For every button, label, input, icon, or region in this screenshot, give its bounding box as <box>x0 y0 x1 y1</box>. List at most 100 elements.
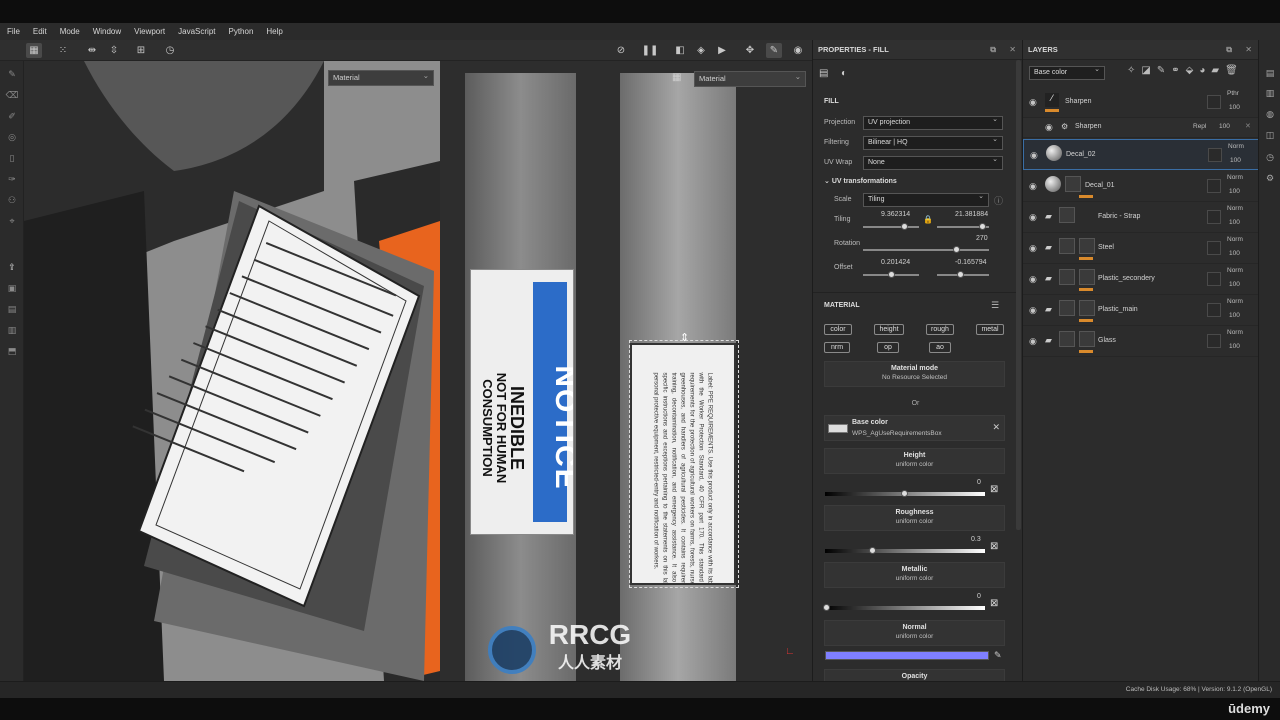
layer-mask-thumbnail[interactable] <box>1208 148 1222 162</box>
layer-row-decal-01[interactable]: ◉ Decal_01 Norm 100 <box>1023 171 1259 202</box>
offset-y-knob[interactable] <box>957 271 964 278</box>
effect-visibility-eye-icon[interactable]: ◉ <box>1045 122 1053 133</box>
split-view-icon[interactable]: ◧ <box>672 43 688 58</box>
close-layers-icon[interactable]: ✕ <box>1245 40 1252 60</box>
normal-color-swatch[interactable] <box>825 651 989 660</box>
normal-card[interactable]: Normal uniform color <box>824 620 1005 646</box>
material-picker-icon[interactable]: ⚇ <box>4 193 20 207</box>
camera-video-icon[interactable]: ▶ <box>714 43 730 58</box>
shelf-dock-icon[interactable]: ◍ <box>1263 107 1277 121</box>
add-icon[interactable]: ⊞ <box>133 43 149 58</box>
color-picker-icon[interactable]: ✎ <box>994 650 1002 661</box>
roughness-value[interactable]: 0.3 <box>971 536 981 543</box>
channel-ao-chip[interactable]: ao <box>929 342 951 353</box>
texture-set-list-icon[interactable]: ▤ <box>1263 66 1277 80</box>
effects-icon[interactable]: ✧ <box>1127 65 1141 76</box>
height-knob[interactable] <box>901 490 908 497</box>
mask-thumbnail[interactable] <box>1079 238 1095 254</box>
symmetry-icon[interactable]: ⇹ <box>84 43 100 58</box>
align-icon[interactable]: ⇳ <box>106 43 122 58</box>
viewport-2d-channel-select[interactable]: Material <box>694 70 806 87</box>
visibility-eye-icon[interactable]: ◉ <box>1029 274 1037 285</box>
layer-opacity[interactable]: 100 <box>1229 104 1240 111</box>
rotation-slider[interactable] <box>863 246 989 253</box>
texture-set-icon[interactable]: ▣ <box>4 281 20 295</box>
layer-row-plastic-main[interactable]: ◉ ▰ Plastic_main Norm 100 <box>1023 295 1259 326</box>
visibility-eye-icon[interactable]: ◉ <box>1029 243 1037 254</box>
paint-tool-icon[interactable]: ✎ <box>4 67 20 81</box>
geometry-fill-icon[interactable]: ◎ <box>4 130 20 144</box>
cube-icon[interactable]: ◈ <box>693 43 709 58</box>
layer-name[interactable]: Sharpen <box>1065 98 1091 105</box>
layer-opacity[interactable]: 100 <box>1229 250 1240 257</box>
smart-material-icon[interactable]: ◕ <box>1199 65 1211 76</box>
material-menu-icon[interactable]: ☰ <box>991 300 999 311</box>
metallic-card[interactable]: Metallic uniform color <box>824 562 1005 588</box>
channel-color-chip[interactable]: color <box>824 324 852 335</box>
grid-dots-icon[interactable]: ⁙ <box>55 43 71 58</box>
layer-row-sharpen-effect[interactable]: ◉ ⚙ Sharpen Repl 100 ✕ <box>1023 118 1259 138</box>
menu-edit[interactable]: Edit <box>33 27 47 36</box>
roughness-card[interactable]: Roughness uniform color <box>824 505 1005 531</box>
layer-channel-select[interactable]: Base color <box>1029 64 1105 80</box>
filtering-select[interactable]: Bilinear | HQ <box>863 134 1003 150</box>
tiling-x-slider[interactable] <box>863 223 919 230</box>
roughness-resource-icon[interactable]: ⊠ <box>990 541 998 552</box>
layer-mask-thumbnail[interactable] <box>1207 95 1221 109</box>
channel-rough-chip[interactable]: rough <box>926 324 954 335</box>
pause-icon[interactable]: ❚❚ <box>642 43 659 58</box>
viewport-3d[interactable]: Material <box>24 61 440 681</box>
layer-row-sharpen[interactable]: ◉ ⁄ Sharpen Pthr 100 <box>1023 87 1259 118</box>
history-icon[interactable]: ◷ <box>162 43 178 58</box>
tiling-y-value[interactable]: 21.381884 <box>955 211 988 218</box>
menu-file[interactable]: File <box>7 27 20 36</box>
add-paint-layer-icon[interactable]: ✎ <box>1157 65 1171 76</box>
roughness-slider[interactable] <box>825 547 985 554</box>
height-card[interactable]: Height uniform color <box>824 448 1005 474</box>
layer-blend-mode[interactable]: Norm <box>1227 329 1243 336</box>
visibility-eye-icon[interactable]: ◉ <box>1030 150 1038 161</box>
channel-height-chip[interactable]: height <box>874 324 904 335</box>
layer-blend-mode[interactable]: Pthr <box>1227 90 1239 97</box>
properties-scrollbar[interactable] <box>1016 60 1021 530</box>
mask-thumbnail[interactable] <box>1065 176 1081 192</box>
effect-blend-mode[interactable]: Repl <box>1193 123 1206 130</box>
viewport[interactable]: Material NOTICE INEDIBLE NOT FOR HUMAN C… <box>24 61 812 681</box>
layer-name[interactable]: Decal_01 <box>1085 182 1115 189</box>
assets-icon[interactable]: ⇪ <box>4 260 20 274</box>
offset-y-slider[interactable] <box>937 271 989 278</box>
layer-name[interactable]: Fabric - Strap <box>1098 213 1140 220</box>
float-layers-icon[interactable]: ⧉ <box>1226 40 1232 60</box>
lock-icon[interactable]: 🔒 <box>923 215 933 224</box>
layer-row-steel[interactable]: ◉ ▰ Steel Norm 100 <box>1023 233 1259 264</box>
layer-mask-thumbnail[interactable] <box>1207 334 1221 348</box>
tiling-x-value[interactable]: 9.362314 <box>881 211 910 218</box>
hide-icon[interactable]: ⊘ <box>613 43 629 58</box>
layer-blend-mode[interactable]: Norm <box>1227 298 1243 305</box>
display-settings-icon[interactable]: ▤ <box>4 302 20 316</box>
display-dock-icon[interactable]: ◫ <box>1263 128 1277 142</box>
layer-name[interactable]: Glass <box>1098 337 1116 344</box>
layer-mask-thumbnail[interactable] <box>1207 303 1221 317</box>
projection-select[interactable]: UV projection <box>863 114 1003 130</box>
rotation-knob[interactable] <box>953 246 960 253</box>
metallic-value[interactable]: 0 <box>977 593 981 600</box>
metallic-knob[interactable] <box>823 604 830 611</box>
height-resource-icon[interactable]: ⊠ <box>990 484 998 495</box>
float-panel-icon[interactable]: ⧉ <box>990 40 996 60</box>
height-value[interactable]: 0 <box>977 479 981 486</box>
grid-select-icon[interactable]: ▦ <box>26 43 42 58</box>
eraser-tool-icon[interactable]: ⌫ <box>4 88 20 102</box>
offset-x-value[interactable]: 0.201424 <box>881 259 910 266</box>
fill-bucket-icon[interactable]: ⬙ <box>1186 65 1200 76</box>
rotation-value[interactable]: 270 <box>976 235 988 242</box>
export-icon[interactable]: ⬒ <box>4 344 20 358</box>
channel-metal-chip[interactable]: metal <box>976 324 1004 335</box>
move-handle-icon[interactable]: ⇕ <box>680 331 689 344</box>
layer-name[interactable]: Plastic_secondery <box>1098 275 1155 282</box>
delete-layer-icon[interactable]: 🗑 <box>1225 65 1244 76</box>
visibility-eye-icon[interactable]: ◉ <box>1029 212 1037 223</box>
layer-mask-thumbnail[interactable] <box>1207 272 1221 286</box>
effect-opacity[interactable]: 100 <box>1219 123 1230 130</box>
layer-mask-thumbnail[interactable] <box>1207 210 1221 224</box>
